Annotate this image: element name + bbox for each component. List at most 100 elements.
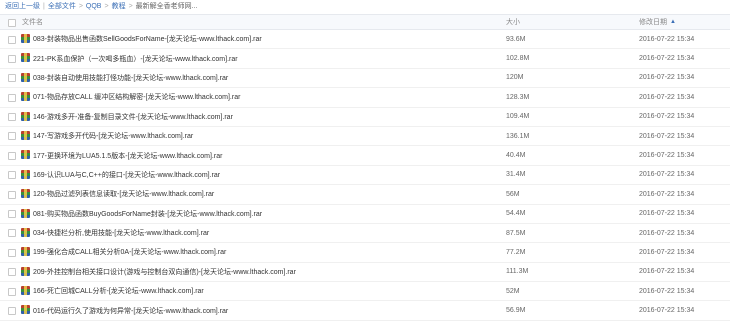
file-size: 40.4M [506,152,526,160]
file-name[interactable]: 016-代码运行久了游戏为何异常-[龙天论坛-www.lthack.com].r… [33,306,228,316]
row-checkbox[interactable] [8,210,16,219]
file-row[interactable]: 071-物品存放CALL 缓冲区结构解密-[龙天论坛-www.lthack.co… [0,88,730,108]
rar-file-icon [21,92,30,102]
row-checkbox[interactable] [8,113,16,122]
back-link[interactable]: 返回上一级 [5,1,40,11]
row-checkbox[interactable] [8,248,16,257]
breadcrumb-level2[interactable]: 教程 [112,1,126,11]
file-row[interactable]: 120-物品过滤列表信息读取-[龙天论坛-www.lthack.com].rar… [0,185,730,205]
file-size: 31.4M [506,171,526,179]
file-date: 2016-07-22 15:34 [639,132,695,140]
breadcrumb-level1[interactable]: QQB [86,3,102,10]
file-date: 2016-07-22 15:34 [639,55,695,63]
file-size: 120M [506,74,524,82]
rar-file-icon [21,227,30,237]
breadcrumb-separator: > [128,2,133,10]
row-checkbox[interactable] [8,306,16,315]
file-size: 56M [506,190,520,198]
file-size: 93.6M [506,35,526,43]
rar-file-icon [21,169,30,179]
file-name[interactable]: 169-认识LUA与C,C++的接口-[龙天论坛-www.lthack.com]… [33,170,220,180]
file-date: 2016-07-22 15:34 [639,113,695,121]
rar-file-icon [21,72,30,82]
file-name[interactable]: 199-强化合成CALL相关分析0A-[龙天论坛-www.lthack.com]… [33,247,226,257]
file-size: 87.5M [506,229,526,237]
file-name[interactable]: 147-写游戏多开代码-[龙天论坛-www.lthack.com].rar [33,131,193,141]
file-row[interactable]: 016-代码运行久了游戏为何异常-[龙天论坛-www.lthack.com].r… [0,301,730,321]
column-header-name[interactable]: 文件名 [22,17,43,27]
rar-file-icon [21,130,30,140]
row-checkbox[interactable] [8,35,16,44]
file-row[interactable]: 038-封装自动使用技能打怪功能-[龙天论坛-www.lthack.com].r… [0,69,730,89]
file-date: 2016-07-22 15:34 [639,93,695,101]
row-checkbox[interactable] [8,54,16,63]
file-date: 2016-07-22 15:34 [639,190,695,198]
row-checkbox[interactable] [8,190,16,199]
file-name[interactable]: 034-快捷栏分析,使用技能-[龙天论坛-www.lthack.com].rar [33,228,209,238]
file-row[interactable]: 209-外挂控制台相关接口设计(游戏与控制台双向通信)-[龙天论坛-www.lt… [0,263,730,283]
file-name[interactable]: 038-封装自动使用技能打怪功能-[龙天论坛-www.lthack.com].r… [33,73,228,83]
file-size: 136.1M [506,132,530,140]
breadcrumb-separator: | [43,2,45,10]
select-all-checkbox[interactable] [8,18,16,27]
file-size: 56.9M [506,307,526,315]
rar-file-icon [21,53,30,63]
file-name[interactable]: 166-死亡回城CALL分析-[龙天论坛-www.lthack.com].rar [33,286,204,296]
file-row[interactable]: 199-强化合成CALL相关分析0A-[龙天论坛-www.lthack.com]… [0,243,730,263]
breadcrumb-separator: > [104,2,109,10]
file-name[interactable]: 071-物品存放CALL 缓冲区结构解密-[龙天论坛-www.lthack.co… [33,92,240,102]
file-name[interactable]: 221-PK系血保护（一次喝多瓶血）-[龙天论坛-www.lthack.com]… [33,54,238,64]
row-checkbox[interactable] [8,171,16,180]
file-row[interactable]: 083-封装物品出售函数SellGoodsForName-[龙天论坛-www.l… [0,30,730,50]
file-date: 2016-07-22 15:34 [639,171,695,179]
row-checkbox[interactable] [8,287,16,296]
row-checkbox[interactable] [8,74,16,83]
breadcrumb-separator: > [78,2,83,10]
file-size: 54.4M [506,210,526,218]
file-row[interactable]: 221-PK系血保护（一次喝多瓶血）-[龙天论坛-www.lthack.com]… [0,49,730,69]
rar-file-icon [21,34,30,43]
breadcrumb: 返回上一级 | 全部文件 > QQB > 教程 > 最新解全香老师网... [0,0,730,12]
file-name[interactable]: 146-游戏多开-准备-复制目录文件-[龙天论坛-www.lthack.com]… [33,112,233,122]
rar-file-icon [21,208,30,218]
file-row[interactable]: 169-认识LUA与C,C++的接口-[龙天论坛-www.lthack.com]… [0,166,730,186]
row-checkbox[interactable] [8,229,16,238]
file-row[interactable]: 081-购买物品函数BuyGoodsForName封装-[龙天论坛-www.lt… [0,205,730,224]
file-date: 2016-07-22 15:34 [639,210,695,218]
row-checkbox[interactable] [8,151,16,160]
breadcrumb-current: 最新解全香老师网... [135,3,198,10]
column-header-size[interactable]: 大小 [506,17,520,27]
row-checkbox[interactable] [8,132,16,141]
file-date: 2016-07-22 15:34 [639,248,695,256]
file-size: 128.3M [506,93,530,101]
row-checkbox[interactable] [8,268,16,277]
rar-file-icon [21,111,30,121]
file-row[interactable]: 177-更换环境为LUA5.1.5版本-[龙天论坛-www.lthack.com… [0,146,730,166]
breadcrumb-all-files[interactable]: 全部文件 [48,1,76,11]
file-row[interactable]: 147-写游戏多开代码-[龙天论坛-www.lthack.com].rar 136… [0,127,730,147]
file-date: 2016-07-22 15:34 [639,35,695,43]
file-row[interactable]: 146-游戏多开-准备-复制目录文件-[龙天论坛-www.lthack.com]… [0,108,730,127]
file-date: 2016-07-22 15:34 [639,152,695,160]
file-name[interactable]: 209-外挂控制台相关接口设计(游戏与控制台双向通信)-[龙天论坛-www.lt… [33,267,296,277]
file-name[interactable]: 083-封装物品出售函数SellGoodsForName-[龙天论坛-www.l… [33,34,262,44]
file-row[interactable]: 034-快捷栏分析,使用技能-[龙天论坛-www.lthack.com].rar… [0,224,730,244]
file-row[interactable]: 166-死亡回城CALL分析-[龙天论坛-www.lthack.com].rar… [0,282,730,302]
sort-up-icon: ▲ [670,19,676,25]
rar-file-icon [21,247,30,257]
file-date: 2016-07-22 15:34 [639,307,695,315]
file-name[interactable]: 120-物品过滤列表信息读取-[龙天论坛-www.lthack.com].rar [33,189,214,199]
column-header-date[interactable]: 修改日期 ▲ [639,17,676,27]
file-date: 2016-07-22 15:34 [639,229,695,237]
file-name[interactable]: 081-购买物品函数BuyGoodsForName封装-[龙天论坛-www.lt… [33,209,262,219]
file-list-header: 文件名 大小 修改日期 ▲ [0,14,730,30]
file-date: 2016-07-22 15:34 [639,74,695,82]
row-checkbox[interactable] [8,93,16,102]
file-size: 111.3M [506,268,529,276]
file-size: 109.4M [506,113,530,121]
rar-file-icon [21,189,30,199]
rar-file-icon [21,150,30,160]
file-size: 102.8M [506,55,530,63]
file-name[interactable]: 177-更换环境为LUA5.1.5版本-[龙天论坛-www.lthack.com… [33,151,222,161]
rar-file-icon [21,286,30,296]
